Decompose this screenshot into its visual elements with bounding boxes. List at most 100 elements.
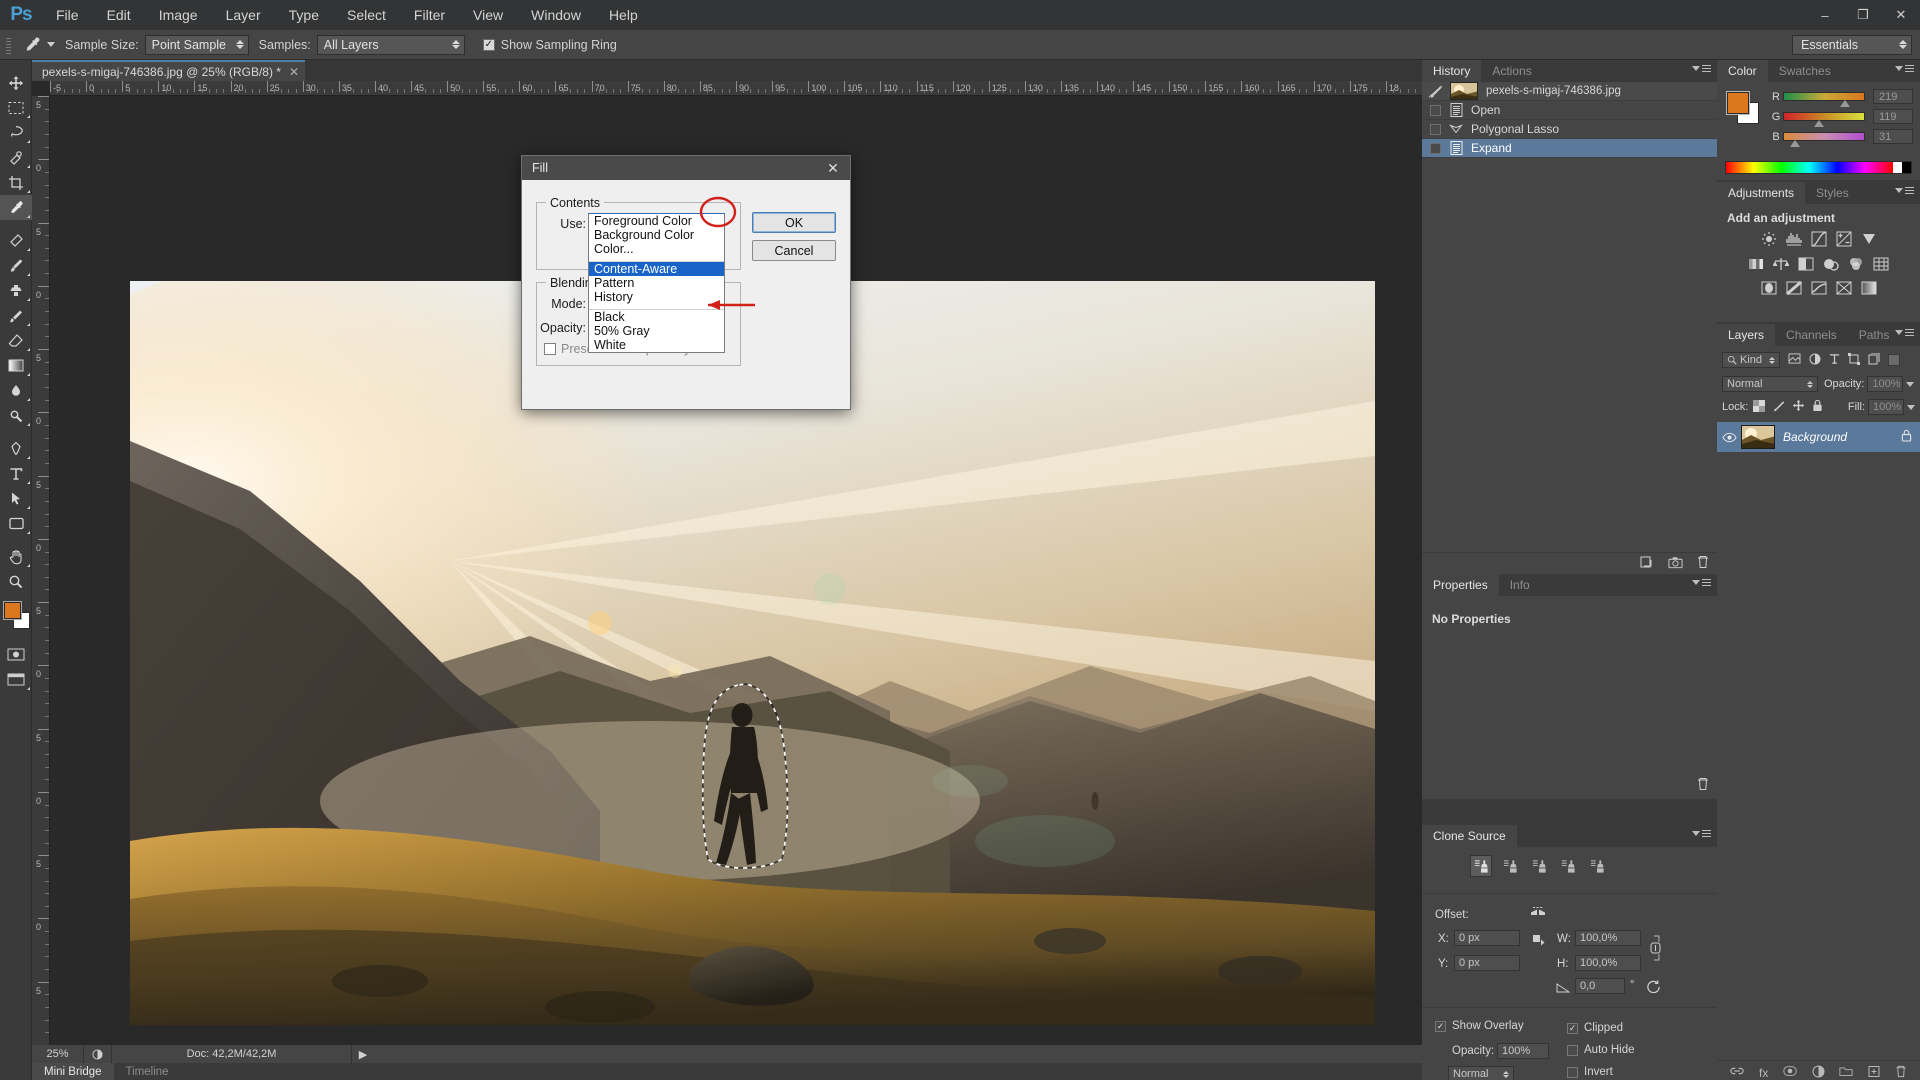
layer-opacity-input[interactable]: 100% [1867, 376, 1904, 392]
layer-fill-input[interactable]: 100% [1868, 399, 1904, 415]
adjustment-layer-icon[interactable] [1812, 1065, 1825, 1080]
tool-hand[interactable] [0, 544, 32, 569]
document-tab[interactable]: pexels-s-migaj-746386.jpg @ 25% (RGB/8) … [32, 60, 306, 81]
history-snapshot-row[interactable]: pexels-s-migaj-746386.jpg [1422, 82, 1717, 101]
tab-clone-source[interactable]: Clone Source [1422, 825, 1517, 847]
color-channel-b[interactable]: B 31 [1769, 128, 1913, 147]
layer-mask-icon[interactable] [1783, 1065, 1797, 1080]
photo-filter-icon[interactable] [1823, 257, 1839, 274]
lock-position-icon[interactable] [1792, 399, 1805, 415]
chevron-down-icon[interactable] [1906, 381, 1915, 387]
panel-menu-icon[interactable] [1692, 579, 1711, 586]
sample-size-select[interactable]: Point Sample [144, 34, 249, 55]
dropdown-option-black[interactable]: Black [589, 310, 724, 324]
levels-icon[interactable] [1785, 231, 1802, 250]
menu-view[interactable]: View [459, 0, 517, 30]
status-expand-arrow[interactable]: ▶ [352, 1045, 374, 1063]
history-state-checkbox[interactable] [1430, 104, 1441, 116]
menu-file[interactable]: File [42, 0, 93, 30]
panel-menu-icon[interactable] [1895, 65, 1914, 72]
foreground-color-swatch[interactable] [3, 601, 22, 620]
history-state-open[interactable]: Open [1422, 101, 1717, 120]
history-state-expand[interactable]: Expand [1422, 139, 1717, 158]
history-state-checkbox[interactable] [1430, 142, 1441, 154]
quick-mask-button[interactable] [0, 642, 32, 667]
tool-lasso[interactable] [0, 120, 32, 145]
vibrance-icon[interactable] [1861, 231, 1877, 250]
tool-path-select[interactable] [0, 486, 32, 511]
link-layers-icon[interactable] [1730, 1065, 1744, 1080]
new-layer-icon[interactable] [1868, 1065, 1880, 1080]
color-spectrum-bar[interactable] [1725, 161, 1912, 174]
layer-row-background[interactable]: Background [1717, 422, 1920, 452]
threshold-icon[interactable] [1811, 281, 1827, 298]
dropdown-option-background-color[interactable]: Background Color [589, 228, 724, 242]
layer-filter-kind[interactable]: Kind [1722, 352, 1780, 368]
adjustment-filter-icon[interactable] [1809, 353, 1821, 368]
dropdown-option-white[interactable]: White [589, 338, 724, 352]
lock-image-icon[interactable] [1772, 400, 1785, 415]
menu-select[interactable]: Select [333, 0, 400, 30]
tool-preset-arrow[interactable] [47, 42, 55, 47]
history-state-checkbox[interactable] [1430, 123, 1441, 135]
tab-adjustments[interactable]: Adjustments [1717, 182, 1806, 204]
show-overlay-checkbox[interactable]: ✓ Show Overlay [1435, 1020, 1524, 1032]
tab-mini-bridge[interactable]: Mini Bridge [32, 1063, 114, 1080]
invert-icon[interactable] [1761, 281, 1777, 298]
invert-checkbox[interactable]: Invert [1567, 1066, 1613, 1078]
menu-help[interactable]: Help [595, 0, 652, 30]
lock-all-icon[interactable] [1812, 399, 1823, 415]
tool-gradient[interactable] [0, 353, 32, 378]
fill-dialog-titlebar[interactable]: Fill ✕ [522, 156, 850, 180]
new-group-icon[interactable] [1839, 1065, 1853, 1080]
zoom-level[interactable]: 25% [32, 1045, 84, 1063]
tab-swatches[interactable]: Swatches [1768, 60, 1842, 82]
tab-styles[interactable]: Styles [1805, 182, 1860, 204]
clone-source-4[interactable] [1557, 855, 1579, 877]
delete-icon[interactable] [1697, 555, 1709, 572]
clipped-checkbox[interactable]: ✓ Clipped [1567, 1022, 1623, 1034]
lock-transparent-icon[interactable] [1753, 399, 1766, 415]
show-sampling-ring-checkbox[interactable]: ✓ Show Sampling Ring [482, 38, 617, 52]
delete-icon[interactable] [1697, 777, 1709, 794]
exposure-icon[interactable] [1836, 231, 1852, 250]
curves-icon[interactable] [1811, 231, 1827, 250]
red-slider[interactable] [1783, 92, 1865, 107]
color-panel-swatches[interactable] [1726, 91, 1761, 126]
screen-mode-button[interactable] [0, 667, 32, 692]
tool-marquee[interactable] [0, 95, 32, 120]
dropdown-option-content-aware[interactable]: Content-Aware [589, 262, 724, 276]
tab-layers[interactable]: Layers [1717, 324, 1776, 346]
close-icon[interactable]: ✕ [289, 65, 299, 79]
flip-vertical-icon[interactable] [1532, 933, 1546, 950]
close-icon[interactable]: ✕ [822, 157, 844, 179]
color-balance-icon[interactable] [1772, 257, 1790, 274]
tab-timeline[interactable]: Timeline [114, 1063, 181, 1080]
pixel-filter-icon[interactable] [1788, 353, 1801, 367]
panel-foreground-swatch[interactable] [1726, 91, 1750, 115]
close-button[interactable]: ✕ [1882, 0, 1920, 30]
layer-blend-mode-select[interactable]: Normal [1722, 376, 1818, 392]
type-filter-icon[interactable] [1829, 353, 1840, 368]
menu-filter[interactable]: Filter [400, 0, 459, 30]
tab-info[interactable]: Info [1499, 574, 1541, 596]
samples-select[interactable]: All Layers [316, 34, 465, 55]
panel-menu-icon[interactable] [1895, 329, 1914, 336]
color-channel-g[interactable]: G 119 [1769, 108, 1913, 127]
filter-toggle-icon[interactable] [1888, 354, 1900, 366]
hue-saturation-icon[interactable] [1748, 257, 1764, 274]
tool-crop[interactable] [0, 170, 32, 195]
tool-blur[interactable] [0, 378, 32, 403]
reset-icon[interactable] [1646, 979, 1661, 996]
panel-menu-icon[interactable] [1692, 65, 1711, 72]
dropdown-option-color[interactable]: Color... [589, 242, 724, 256]
color-swatches[interactable] [0, 600, 32, 634]
history-state-polygonal-lasso[interactable]: Polygonal Lasso [1422, 120, 1717, 139]
dropdown-option-history[interactable]: History [589, 290, 724, 304]
menu-edit[interactable]: Edit [93, 0, 145, 30]
workspace-selector[interactable]: Essentials [1792, 34, 1912, 55]
tab-actions[interactable]: Actions [1481, 60, 1542, 82]
maximize-button[interactable]: ❐ [1844, 0, 1882, 30]
tool-pen[interactable] [0, 436, 32, 461]
minimize-button[interactable]: – [1806, 0, 1844, 30]
